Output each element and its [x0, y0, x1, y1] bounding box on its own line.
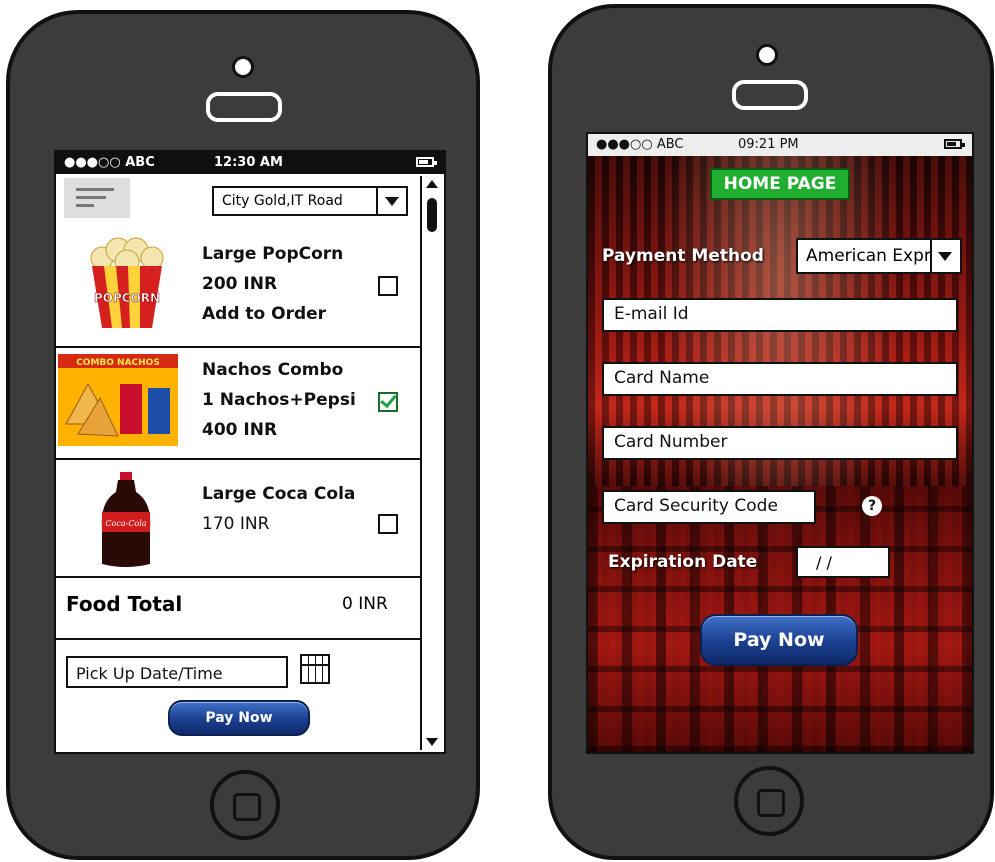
- add-checkbox[interactable]: [378, 514, 398, 534]
- calendar-icon[interactable]: [300, 654, 330, 684]
- item-price: 200 INR: [202, 274, 278, 294]
- home-square-icon: [757, 789, 785, 817]
- email-field[interactable]: E-mail Id: [602, 298, 958, 332]
- add-to-order-label: Add to Order: [202, 304, 327, 324]
- item-price: 400 INR: [202, 420, 278, 440]
- payment-method-value: American Expres: [806, 246, 950, 266]
- food-total-label: Food Total: [66, 592, 183, 616]
- home-button[interactable]: [734, 766, 804, 836]
- help-icon[interactable]: ?: [862, 496, 882, 516]
- phone-left: ●●●○○ ABC 12:30 AM City Gold,IT Road POP…: [6, 10, 480, 860]
- carrier-label: ●●●○○ ABC: [596, 137, 684, 152]
- expiration-date-input[interactable]: / /: [796, 546, 890, 578]
- menu-item-nachos-combo: COMBO NACHOS Nachos Combo 1 Nachos+Pepsi…: [56, 348, 420, 460]
- status-bar: ●●●○○ ABC 12:30 AM: [56, 152, 444, 174]
- phone-right: ●●●○○ ABC 09:21 PM HOME PAGE Payment Met…: [548, 4, 994, 860]
- pay-now-button[interactable]: Pay Now: [700, 614, 858, 666]
- popcorn-caption: POPCORN: [94, 291, 160, 305]
- chevron-down-icon[interactable]: [930, 240, 960, 272]
- hamburger-menu-button[interactable]: [64, 178, 130, 218]
- payment-method-dropdown[interactable]: American Expres: [796, 238, 962, 274]
- battery-icon: [416, 157, 437, 167]
- scroll-up-icon[interactable]: [426, 180, 438, 188]
- food-total-value: 0 INR: [342, 594, 388, 614]
- payment-screen: ●●●○○ ABC 09:21 PM HOME PAGE Payment Met…: [586, 132, 974, 754]
- coca-cola-bottle-image: Coca-Cola: [101, 472, 151, 567]
- menu-item-coca-cola: Coca-Cola Large Coca Cola 170 INR: [56, 460, 420, 578]
- app-screen-left: ●●●○○ ABC 12:30 AM City Gold,IT Road POP…: [54, 150, 446, 754]
- item-price: 170 INR: [202, 514, 270, 534]
- carrier-label: ●●●○○ ABC: [64, 155, 155, 170]
- pickup-datetime-input[interactable]: Pick Up Date/Time: [66, 656, 288, 688]
- item-name: Large Coca Cola: [202, 484, 356, 504]
- status-bar: ●●●○○ ABC 09:21 PM: [588, 134, 972, 156]
- home-button[interactable]: [210, 770, 280, 840]
- menu-line: [76, 188, 114, 191]
- add-checkbox-checked[interactable]: [378, 392, 398, 412]
- battery-icon: [944, 139, 965, 149]
- pickup-placeholder: Pick Up Date/Time: [76, 664, 223, 683]
- menu-item-popcorn: POPCORN Large PopCorn 200 INR Add to Ord…: [56, 222, 420, 348]
- card-number-field[interactable]: Card Number: [602, 426, 958, 460]
- card-security-code-field[interactable]: Card Security Code: [602, 490, 816, 524]
- card-number-placeholder: Card Number: [614, 432, 728, 452]
- add-checkbox[interactable]: [378, 276, 398, 296]
- menu-line: [76, 196, 106, 199]
- popcorn-image: POPCORN: [90, 237, 164, 328]
- camera-icon: [232, 56, 254, 78]
- clock-label: 09:21 PM: [738, 137, 799, 152]
- pay-now-button[interactable]: Pay Now: [168, 700, 310, 736]
- speaker-icon: [732, 80, 808, 110]
- nachos-caption: COMBO NACHOS: [76, 358, 160, 368]
- location-dropdown[interactable]: City Gold,IT Road: [212, 186, 408, 216]
- scroll-down-icon[interactable]: [426, 738, 438, 746]
- camera-icon: [756, 44, 778, 66]
- item-name: Large PopCorn: [202, 244, 344, 264]
- chevron-down-icon[interactable]: [376, 188, 406, 214]
- coca-cola-caption: Coca-Cola: [105, 519, 146, 528]
- scrollbar[interactable]: [420, 176, 444, 750]
- location-value: City Gold,IT Road: [222, 193, 343, 209]
- item-name: Nachos Combo: [202, 360, 344, 380]
- card-name-placeholder: Card Name: [614, 368, 710, 388]
- item-description: 1 Nachos+Pepsi: [202, 390, 356, 410]
- speaker-icon: [206, 92, 282, 122]
- payment-method-label: Payment Method: [602, 246, 764, 266]
- email-placeholder: E-mail Id: [614, 304, 689, 324]
- card-name-field[interactable]: Card Name: [602, 362, 958, 396]
- security-code-placeholder: Card Security Code: [614, 496, 778, 516]
- nachos-combo-image: COMBO NACHOS: [58, 354, 178, 446]
- expiration-date-label: Expiration Date: [608, 552, 758, 572]
- scroll-thumb[interactable]: [427, 198, 437, 232]
- expiration-date-value: / /: [816, 553, 832, 572]
- clock-label: 12:30 AM: [214, 155, 283, 170]
- home-square-icon: [233, 793, 261, 821]
- home-page-title[interactable]: HOME PAGE: [710, 168, 850, 200]
- menu-line: [76, 204, 94, 207]
